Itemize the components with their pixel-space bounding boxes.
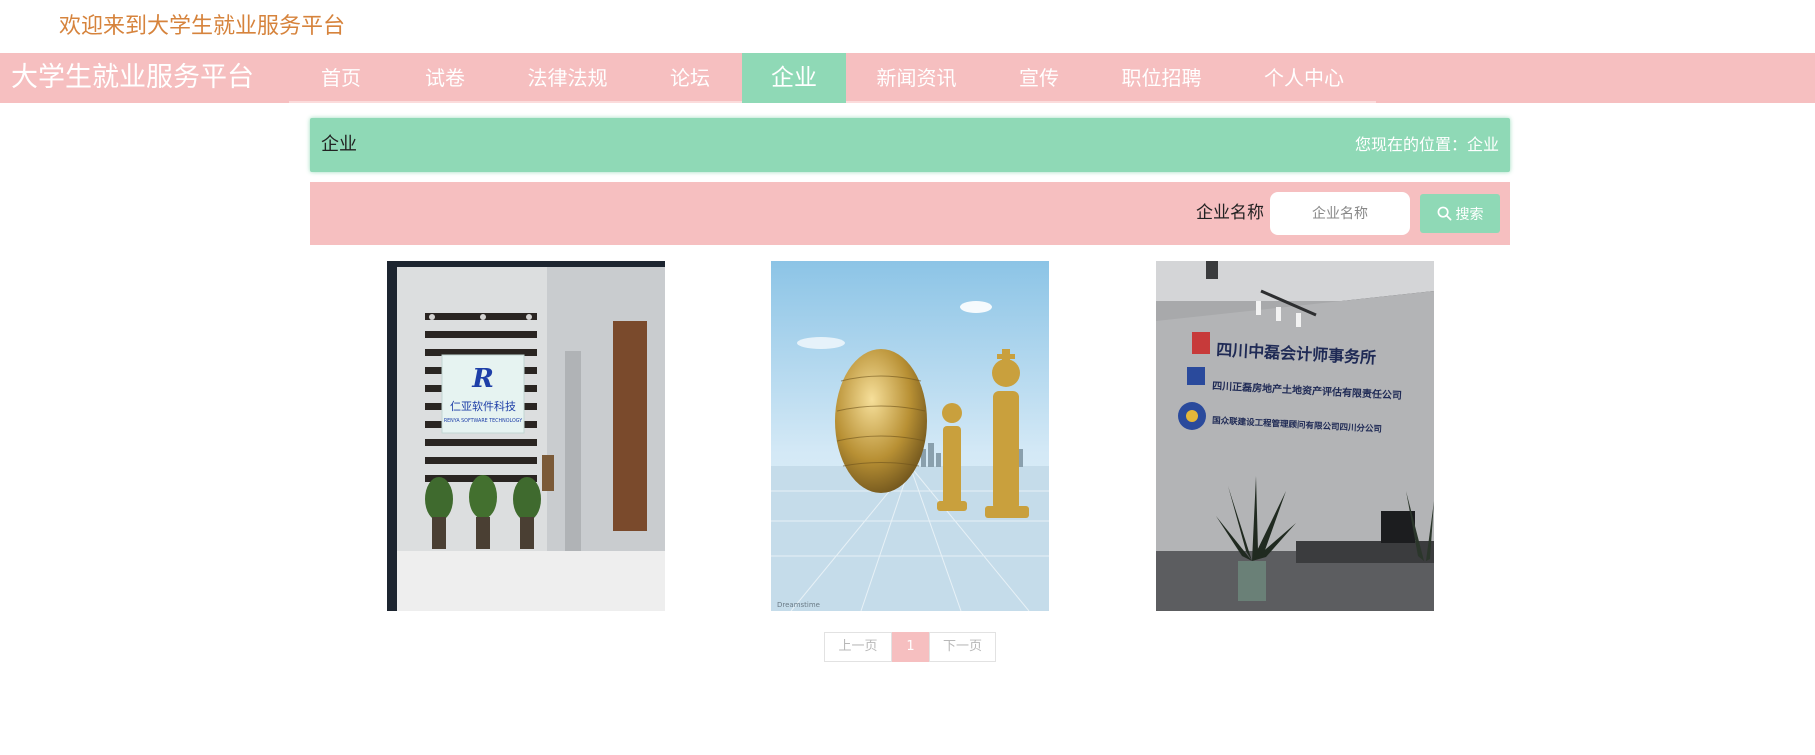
welcome-text: 欢迎来到大学生就业服务平台 <box>59 14 346 39</box>
search-button[interactable]: 搜索 <box>1420 194 1500 233</box>
nav-companies[interactable]: 企业 <box>742 53 846 103</box>
nav-jobs[interactable]: 职位招聘 <box>1091 53 1232 103</box>
lobby-logo-text: 仁亚软件科技 <box>450 399 516 413</box>
company-card-1[interactable]: R 仁亚软件科技 RENYA SOFTWARE TECHNOLOGY <box>387 261 665 611</box>
company-name-input[interactable] <box>1270 192 1410 235</box>
company-image-office-lobby: R 仁亚软件科技 RENYA SOFTWARE TECHNOLOGY <box>387 261 665 611</box>
svg-text:R: R <box>471 364 494 394</box>
next-page-button[interactable]: 下一页 <box>929 632 996 662</box>
stock-image-watermark: Dreamstime <box>777 601 820 609</box>
search-bar: 企业名称 搜索 <box>310 182 1510 245</box>
breadcrumb-label: 您现在的位置： <box>1354 135 1467 154</box>
search-label: 企业名称 <box>1196 203 1264 223</box>
nav-laws[interactable]: 法律法规 <box>497 53 638 103</box>
pagination: 上一页 1 下一页 <box>824 632 996 662</box>
nav-personal-center[interactable]: 个人中心 <box>1232 53 1376 103</box>
lobby-logo-subtext: RENYA SOFTWARE TECHNOLOGY <box>444 418 522 424</box>
breadcrumb-current[interactable]: 企业 <box>1467 135 1499 154</box>
nav-promotion[interactable]: 宣传 <box>987 53 1091 103</box>
nav-home[interactable]: 首页 <box>289 53 393 103</box>
nav-news[interactable]: 新闻资讯 <box>846 53 987 103</box>
page-number-current[interactable]: 1 <box>892 632 929 662</box>
search-icon <box>1437 206 1451 221</box>
prev-page-button[interactable]: 上一页 <box>824 632 892 662</box>
breadcrumb: 您现在的位置：企业 <box>1355 118 1499 172</box>
company-image-reception-wall: 四川中磊会计师事务所 四川正磊房地产土地资产评估有限责任公司 国众联建设工程管理… <box>1156 261 1434 611</box>
company-card-3[interactable]: 四川中磊会计师事务所 四川正磊房地产土地资产评估有限责任公司 国众联建设工程管理… <box>1156 261 1434 611</box>
company-card-2[interactable]: Dreamstime <box>771 261 1049 611</box>
nav-exams[interactable]: 试卷 <box>393 53 497 103</box>
page-title: 企业 <box>321 134 357 155</box>
top-navbar: 大学生就业服务平台 首页 试卷 法律法规 论坛 企业 新闻资讯 宣传 职位招聘 … <box>0 53 1815 103</box>
nav-forum[interactable]: 论坛 <box>638 53 742 103</box>
search-button-label: 搜索 <box>1455 206 1484 223</box>
breadcrumb-bar: 企业 您现在的位置：企业 <box>310 118 1510 172</box>
company-image-chess-globe: Dreamstime <box>771 261 1049 611</box>
site-brand[interactable]: 大学生就业服务平台 <box>11 53 254 103</box>
